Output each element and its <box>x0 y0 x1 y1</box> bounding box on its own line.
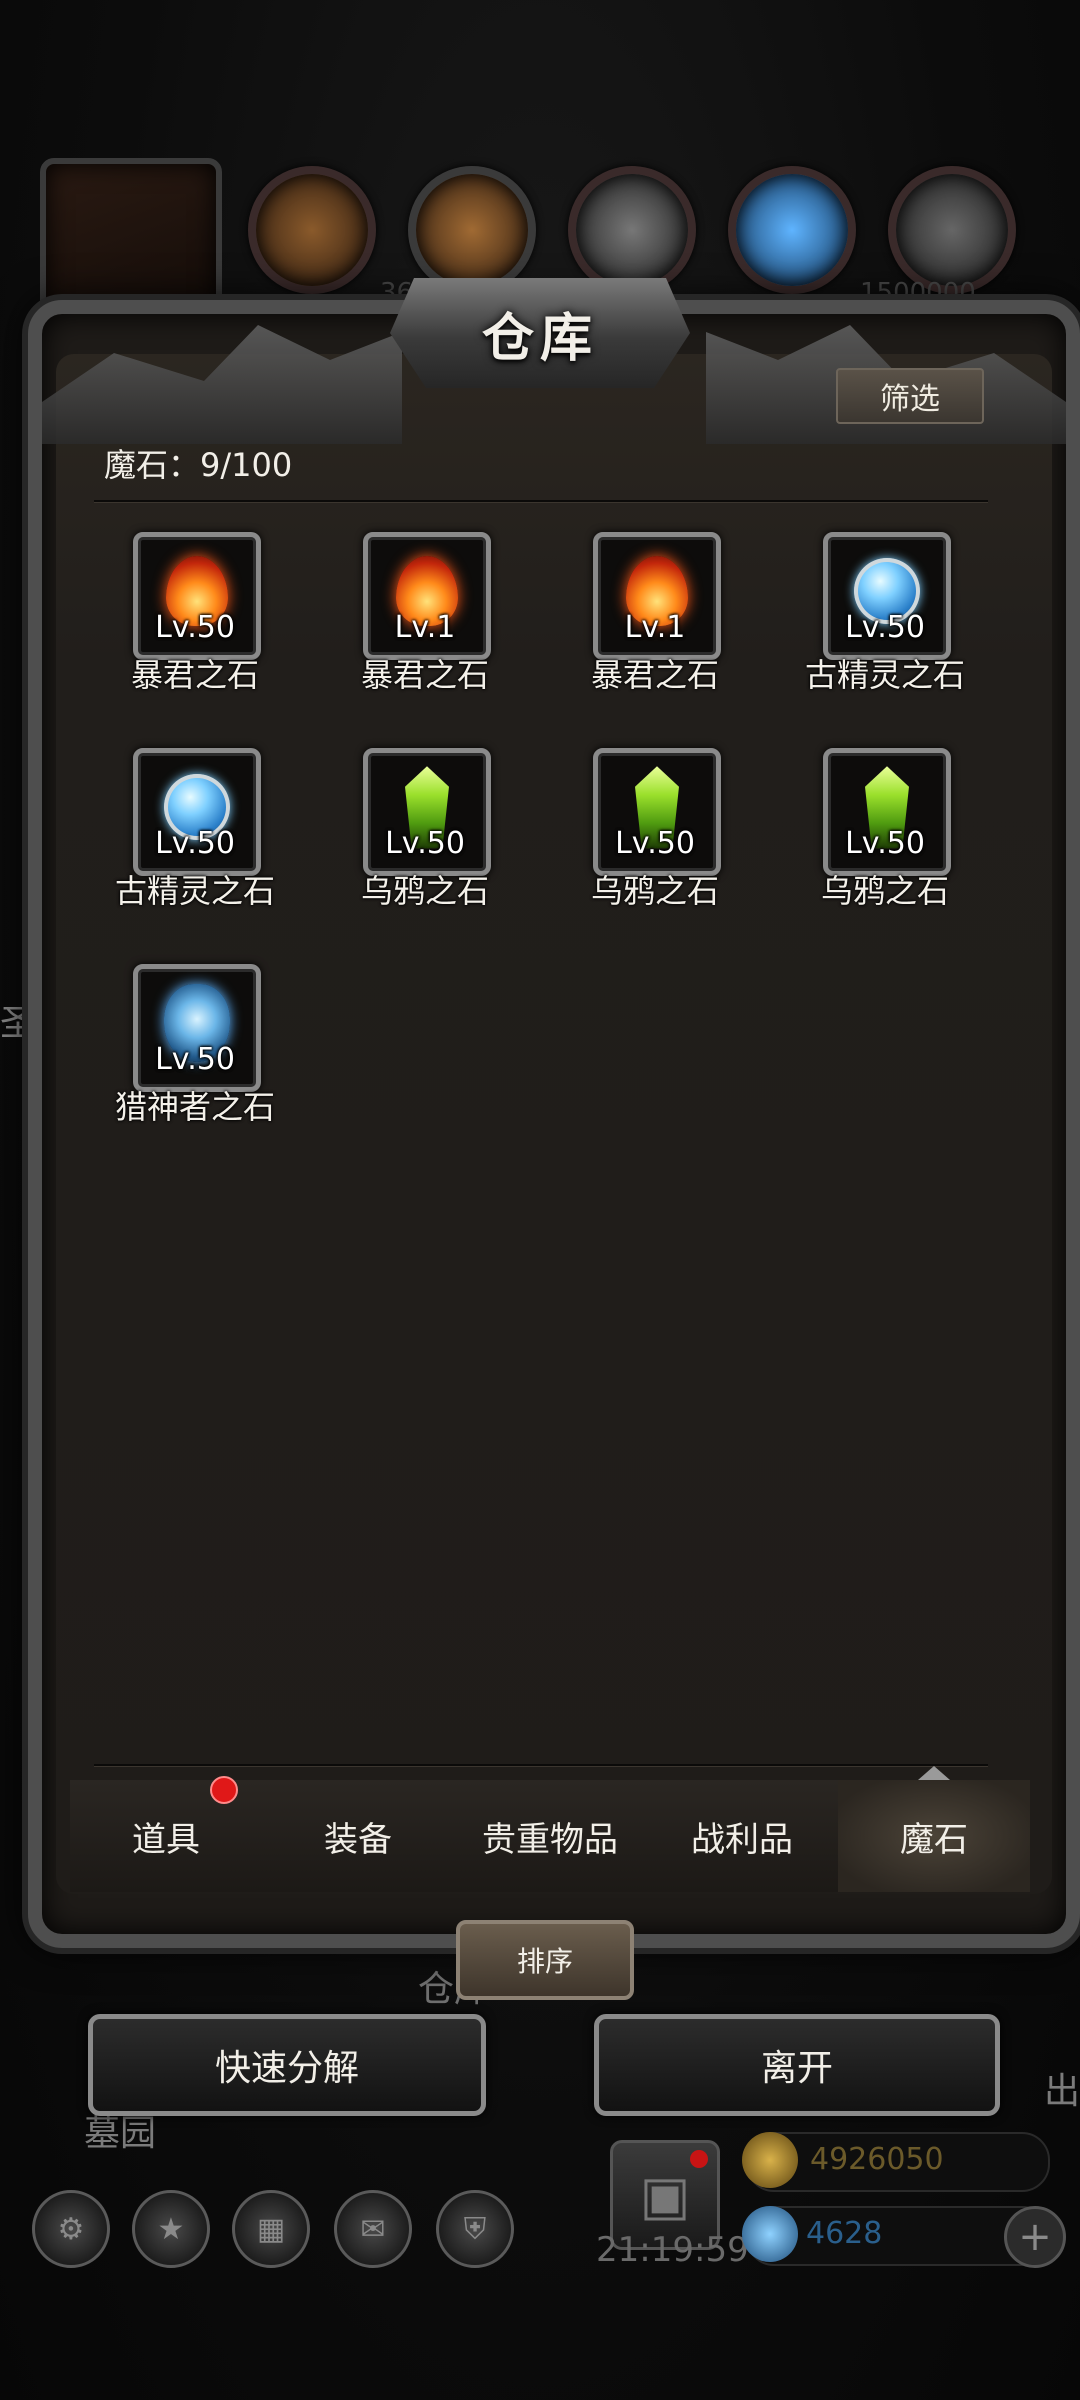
item-slot[interactable]: Lv.50 暴君之石 <box>80 532 310 732</box>
category-tabs: 道具 装备 贵重物品 战利品 魔石 <box>70 1766 1030 1892</box>
item-level: Lv.50 <box>845 610 925 645</box>
leave-button[interactable]: 离开 <box>594 2014 1000 2116</box>
edge-label: 出 <box>1044 2071 1080 2112</box>
tab-magic-stones[interactable]: 魔石 <box>838 1766 1030 1892</box>
tab-label: 道具 <box>132 1819 200 1860</box>
gem-amount: 4628 <box>806 2216 883 2251</box>
panel-ornament <box>42 325 402 444</box>
item-name: 古精灵之石 <box>114 872 275 910</box>
tab-label: 贵重物品 <box>482 1819 618 1860</box>
notification-dot <box>210 1776 238 1804</box>
gold-coin-icon <box>742 2132 798 2188</box>
item-level: Lv.50 <box>155 826 235 861</box>
active-tab-indicator <box>918 1766 950 1780</box>
item-slot[interactable]: Lv.1 暴君之石 <box>310 532 540 732</box>
item-name: 猎神者之石 <box>114 1088 275 1126</box>
add-gems-button[interactable]: + <box>1004 2206 1066 2268</box>
item-level: Lv.50 <box>385 826 465 861</box>
sort-button[interactable]: 排序 <box>456 1920 634 2000</box>
settings-icon[interactable]: ⚙ <box>32 2190 110 2268</box>
item-name: 乌鸦之石 <box>360 872 489 910</box>
divider <box>94 1764 988 1766</box>
wood-icon[interactable] <box>408 166 536 294</box>
item-level: Lv.50 <box>155 610 235 645</box>
event-timer: 21:19:59 <box>596 2230 749 2270</box>
map-icon[interactable]: ▦ <box>232 2190 310 2268</box>
item-level: Lv.50 <box>615 826 695 861</box>
diamond-icon <box>742 2206 798 2262</box>
quick-decompose-button[interactable]: 快速分解 <box>88 2014 486 2116</box>
crystal-icon[interactable] <box>728 166 856 294</box>
shield-icon[interactable]: ⛨ <box>436 2190 514 2268</box>
divider <box>94 500 988 502</box>
tab-label: 战利品 <box>691 1819 793 1860</box>
tab-items[interactable]: 道具 <box>70 1776 262 1892</box>
item-level: Lv.50 <box>155 1042 235 1077</box>
item-name: 暴君之石 <box>590 656 719 694</box>
item-slot[interactable]: Lv.50 古精灵之石 <box>770 532 1000 732</box>
gold-amount: 4926050 <box>810 2142 944 2177</box>
bread-icon[interactable] <box>248 166 376 294</box>
ingot-icon[interactable] <box>568 166 696 294</box>
item-level: Lv.1 <box>624 610 686 645</box>
notification-dot <box>690 2150 708 2168</box>
item-name: 暴君之石 <box>130 656 259 694</box>
item-name: 暴君之石 <box>360 656 489 694</box>
tab-equipment[interactable]: 装备 <box>262 1780 454 1892</box>
item-slot[interactable]: Lv.50 乌鸦之石 <box>310 748 540 948</box>
panel-title: 仓库 <box>481 307 598 369</box>
tab-loot[interactable]: 战利品 <box>646 1780 838 1892</box>
stone-counter: 魔石：9/100 <box>104 446 293 484</box>
item-level: Lv.50 <box>845 826 925 861</box>
iron-icon[interactable] <box>888 166 1016 294</box>
item-slot[interactable]: Lv.50 猎神者之石 <box>80 964 310 1164</box>
mail-icon[interactable]: ✉ <box>334 2190 412 2268</box>
item-level: Lv.1 <box>394 610 456 645</box>
star-icon[interactable]: ★ <box>132 2190 210 2268</box>
item-name: 乌鸦之石 <box>590 872 719 910</box>
item-slot[interactable]: Lv.50 乌鸦之石 <box>770 748 1000 948</box>
filter-button[interactable]: 筛选 <box>836 368 984 424</box>
item-name: 古精灵之石 <box>804 656 965 694</box>
item-slot[interactable]: Lv.1 暴君之石 <box>540 532 770 732</box>
tab-label: 魔石 <box>900 1819 968 1860</box>
item-slot[interactable]: Lv.50 古精灵之石 <box>80 748 310 948</box>
tab-valuables[interactable]: 贵重物品 <box>454 1780 646 1892</box>
tab-label: 装备 <box>324 1819 392 1860</box>
title-plate: 仓库 <box>390 278 690 388</box>
item-name: 乌鸦之石 <box>820 872 949 910</box>
item-slot[interactable]: Lv.50 乌鸦之石 <box>540 748 770 948</box>
